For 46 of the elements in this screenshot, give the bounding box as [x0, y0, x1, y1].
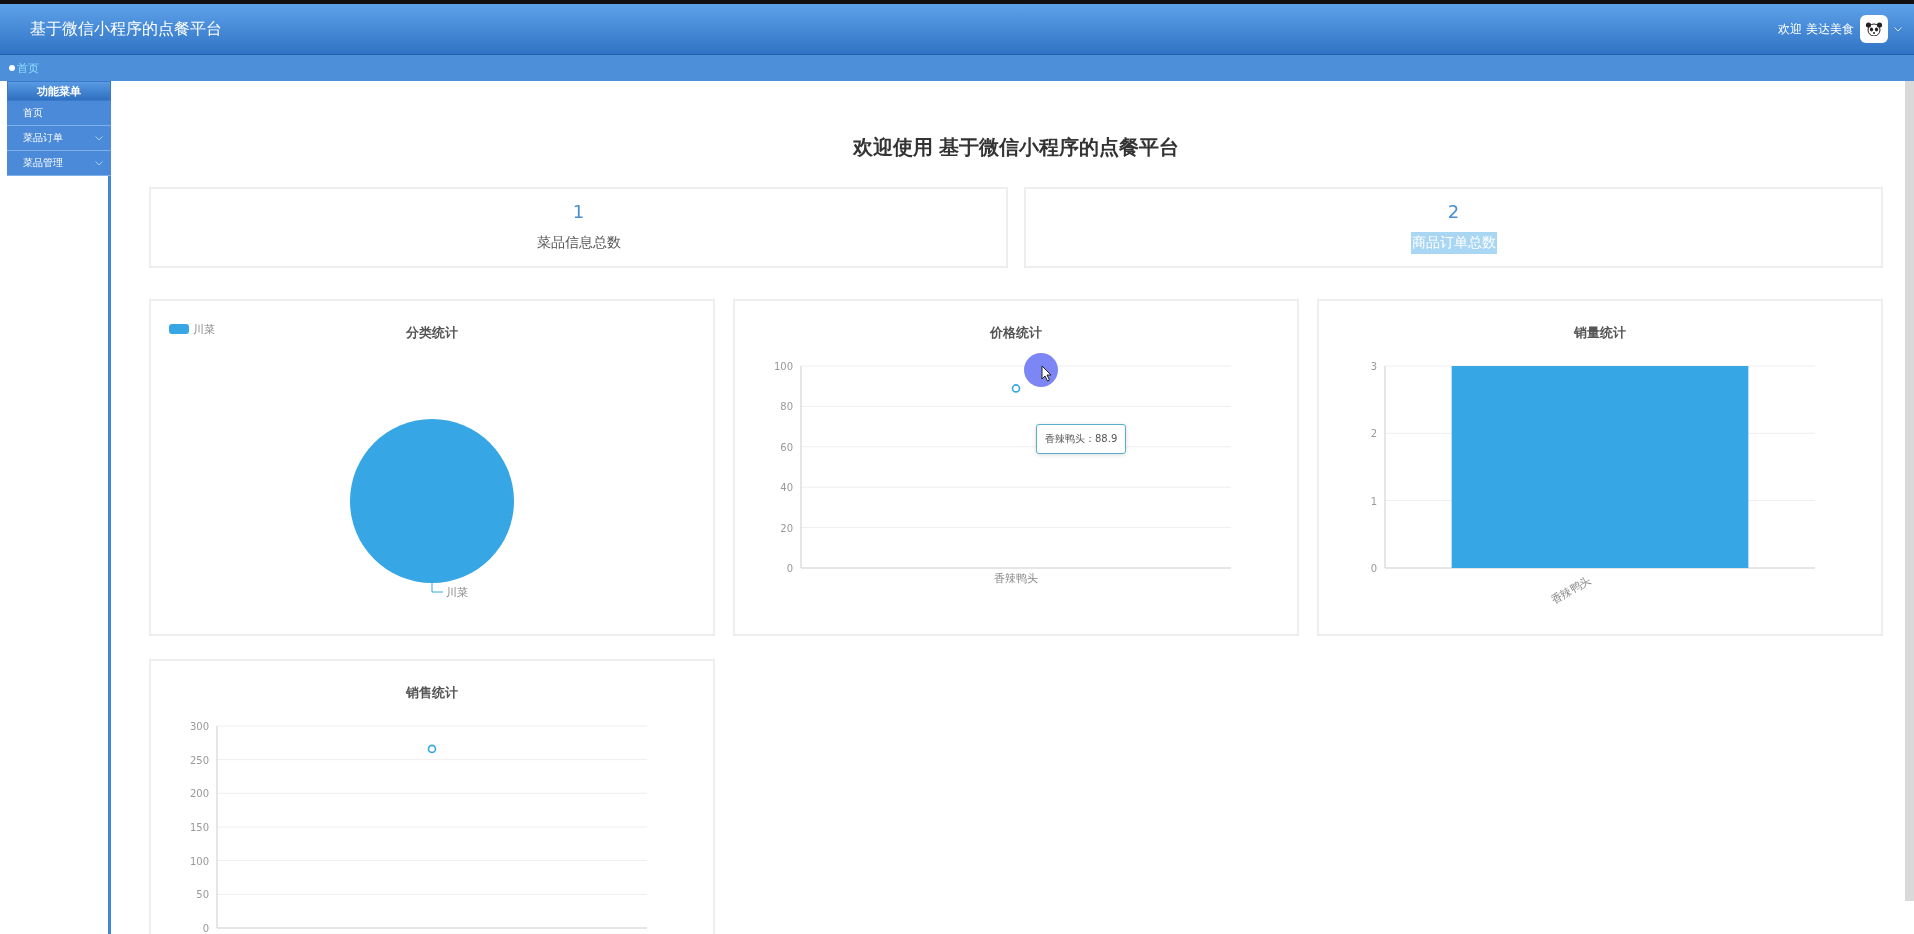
menu-item[interactable]: 菜品订单 [7, 126, 111, 151]
axis-label: 250 [189, 754, 209, 766]
axis-label: 150 [189, 822, 209, 833]
bullet-icon [9, 65, 15, 71]
stat-value: 2 [1447, 201, 1460, 222]
chart-title: 销量统计 [1574, 325, 1626, 340]
menu-heading: 功能菜单 [7, 81, 111, 101]
stat-value: 1 [572, 201, 585, 222]
axis-label: 0 [1370, 563, 1377, 574]
axis-label: 3 [1370, 361, 1377, 372]
chart-title: 分类统计 [406, 325, 458, 340]
axis-label: 0 [202, 923, 209, 934]
axis-label: 100 [773, 361, 793, 372]
axis-label: 80 [780, 401, 793, 413]
axis-label: 300 [189, 721, 209, 732]
caret-icon[interactable] [1894, 26, 1902, 32]
menu-item[interactable]: 首页 [7, 101, 111, 126]
menu-item[interactable]: 菜品管理 [7, 151, 111, 176]
axis-label: 200 [189, 788, 209, 800]
scrollbar[interactable] [1905, 81, 1914, 901]
axis-label: 100 [189, 855, 209, 867]
axis-label: 20 [780, 522, 793, 534]
stat-label: 商品订单总数 [1410, 232, 1497, 254]
breadcrumb-link[interactable]: 首页 [17, 60, 39, 76]
axis-label: 香辣鸭头 [1548, 573, 1594, 607]
axis-label: 香辣鸭头 [994, 572, 1038, 585]
axis-label: 60 [780, 441, 793, 453]
chart-title: 销售统计 [406, 685, 458, 700]
welcome-heading: 欢迎使用 基于微信小程序的点餐平台 [851, 134, 1181, 161]
cursor-icon [1023, 352, 1059, 388]
chevron-down-icon[interactable] [95, 135, 103, 141]
chart-tooltip: 香辣鸭头：88.9 [1036, 424, 1127, 455]
axis-label: 50 [196, 889, 209, 901]
axis-label: 2 [1370, 428, 1377, 440]
welcome-user-text: 欢迎 美达美食 [1778, 20, 1854, 38]
chevron-down-icon[interactable] [95, 160, 103, 166]
legend-label: 川菜 [193, 323, 215, 336]
avatar-icon[interactable] [1860, 15, 1888, 43]
axis-label: 40 [780, 482, 793, 494]
stat-label: 菜品信息总数 [535, 233, 622, 252]
chart-title: 价格统计 [990, 325, 1042, 340]
app-title: 基于微信小程序的点餐平台 [30, 18, 222, 40]
axis-label: 0 [786, 563, 793, 574]
leader-line [431, 582, 444, 593]
slice-label: 川菜 [446, 586, 468, 599]
axis-label: 1 [1370, 495, 1377, 507]
